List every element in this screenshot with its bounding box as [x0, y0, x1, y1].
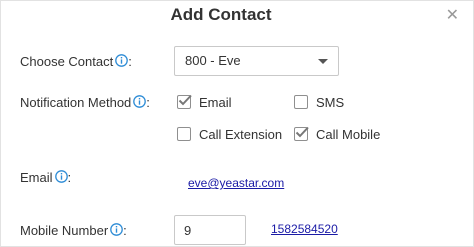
- call-mobile-checkbox-label: Call Mobile: [316, 127, 381, 142]
- mobile-prefix-input[interactable]: [174, 215, 246, 245]
- choose-contact-label: Choose Contact: [20, 54, 114, 69]
- add-contact-dialog: Add Contact ✕ Choose Contact: 800 - Eve …: [0, 0, 474, 247]
- chevron-down-icon: [318, 59, 328, 64]
- close-icon[interactable]: ✕: [446, 8, 459, 24]
- dialog-title: Add Contact: [170, 5, 272, 24]
- email-value-link[interactable]: eve@yeastar.com: [188, 176, 284, 190]
- email-label-row: Email:: [20, 170, 72, 185]
- email-checkbox[interactable]: Email: [177, 94, 232, 110]
- checkbox-checked-icon: [177, 94, 192, 109]
- choose-contact-label-row: Choose Contact:: [20, 54, 132, 69]
- checkbox-unchecked-icon: [177, 127, 191, 141]
- checkbox-checked-icon: [294, 126, 309, 141]
- call-mobile-checkbox[interactable]: Call Mobile: [294, 126, 381, 142]
- sms-checkbox-label: SMS: [316, 95, 345, 110]
- notification-method-label: Notification Method: [20, 95, 132, 110]
- mobile-number-link[interactable]: 1582584520: [271, 222, 338, 236]
- email-checkbox-label: Email: [199, 95, 232, 110]
- choose-contact-select[interactable]: 800 - Eve: [174, 46, 339, 76]
- checkbox-unchecked-icon: [294, 95, 308, 109]
- email-label: Email: [20, 170, 53, 185]
- info-icon[interactable]: [133, 95, 147, 108]
- mobile-number-label: Mobile Number: [20, 223, 109, 238]
- info-icon[interactable]: [110, 223, 124, 236]
- mobile-label-row: Mobile Number:: [20, 223, 127, 238]
- info-icon[interactable]: [54, 170, 68, 183]
- choose-contact-selected: 800 - Eve: [185, 53, 241, 68]
- call-extension-checkbox[interactable]: Call Extension: [177, 127, 282, 142]
- notification-label-row: Notification Method:: [20, 95, 150, 110]
- call-extension-checkbox-label: Call Extension: [199, 127, 283, 142]
- info-icon[interactable]: [115, 54, 129, 67]
- sms-checkbox[interactable]: SMS: [294, 95, 344, 110]
